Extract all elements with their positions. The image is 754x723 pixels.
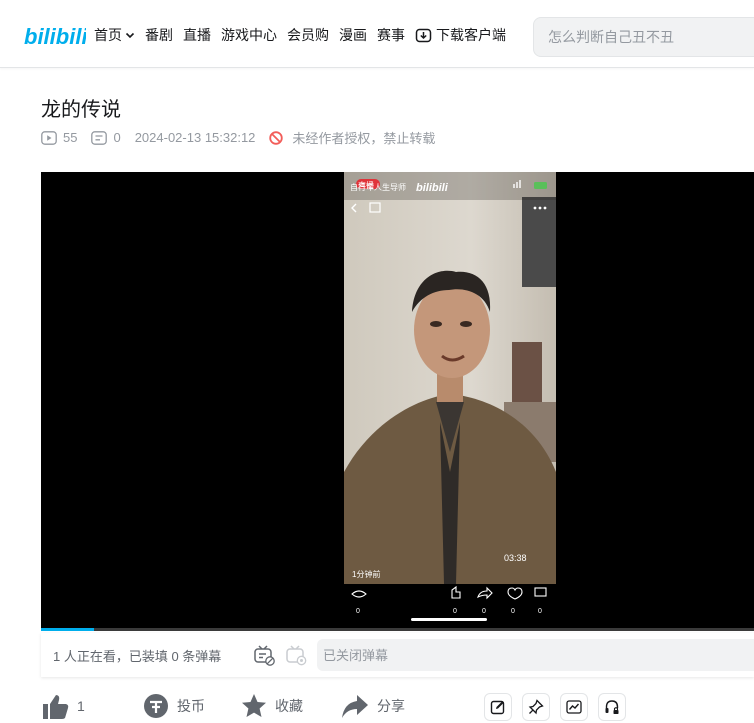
share-button[interactable]: 分享 [341,693,405,719]
nav-mall[interactable]: 会员购 [287,24,329,46]
embedded-stat-like: 0 [453,608,457,615]
share-arrow-icon [342,695,368,718]
thumbs-up-icon [43,695,69,719]
danmaku-input-box [317,639,754,671]
progress-fill [41,628,95,631]
danmaku-count: 0 [91,130,121,145]
main-nav: 首页 番剧 直播 游戏中心 会员购 漫画 赛事 下载客户端 [94,24,516,46]
embedded-action-bar: 0 0 0 0 0 [344,584,556,622]
viewers-text: 1 人正在看，已装填 0 条弹幕 [53,648,222,664]
video-toolbar: 1 投币 收藏 分享 [41,693,754,723]
nav-anime[interactable]: 番剧 [145,24,173,46]
search-box [533,17,754,57]
nav-live[interactable]: 直播 [183,24,211,46]
coin-icon [144,694,168,718]
embedded-stat-share: 0 [482,608,486,615]
pin-button[interactable] [522,693,550,721]
nav-game-center[interactable]: 游戏中心 [221,24,277,46]
nav-download-client[interactable]: 下载客户端 [415,24,506,46]
top-navbar: bilibili 首页 番剧 直播 游戏中心 会员购 漫画 赛事 下载客户端 [0,0,754,68]
embedded-time: 03:38 [504,553,527,563]
video-meta: 55 0 2024-02-13 15:32:12 未经作者授权，禁止转载 [41,128,449,147]
copyright-notice: 未经作者授权，禁止转载 [269,128,435,147]
pin-icon [528,699,544,715]
coin-button[interactable]: 投币 [143,693,205,719]
star-icon [242,694,266,717]
nav-manga[interactable]: 漫画 [339,24,367,46]
trend-chart-icon [566,700,582,714]
bilibili-logo[interactable]: bilibili [24,22,86,50]
nav-esports[interactable]: 赛事 [377,24,405,46]
danmaku-sending-bar: 1 人正在看，已装填 0 条弹幕 [41,633,754,677]
embedded-stat-views: 0 [356,608,360,615]
danmaku-input[interactable] [323,647,623,663]
video-frame[interactable]: 直播 自行车人生导师 bilibili 03:38 1分钟前 [344,172,556,584]
publish-date: 2024-02-13 15:32:12 [134,130,256,145]
embedded-watermark: bilibili [416,182,449,194]
danmaku-settings-icon[interactable] [285,644,307,666]
home-indicator [411,618,487,621]
embedded-posted: 1分钟前 [352,569,380,579]
download-icon [415,28,432,42]
danmaku-icon [91,130,108,145]
video-player[interactable]: 直播 自行车人生导师 bilibili 03:38 1分钟前 0 0 0 0 0 [41,172,754,631]
embedded-stat-comment: 0 [538,608,542,615]
nav-home[interactable]: 首页 [94,24,135,46]
play-count-icon [41,130,57,145]
like-button[interactable]: 1 [41,693,85,719]
favorite-button[interactable]: 收藏 [241,693,303,719]
edit-icon [490,700,505,715]
play-count: 55 [41,130,77,145]
stats-chart-button[interactable] [560,693,588,721]
chevron-down-icon [125,32,135,39]
embedded-stat-fav: 0 [511,608,515,615]
headset-locked-button[interactable] [598,693,626,721]
search-input[interactable] [548,29,748,45]
video-title: 龙的传说 [41,99,121,121]
edit-note-button[interactable] [484,693,512,721]
danmaku-toggle-icon[interactable] [253,644,275,666]
embedded-status-text: 自行车人生导师 [350,182,406,192]
video-image: 直播 自行车人生导师 bilibili 03:38 1分钟前 [344,172,556,584]
progress-bar[interactable] [41,628,754,631]
svg-text:bilibili: bilibili [24,24,86,49]
forbidden-icon [269,130,284,145]
headset-lock-icon [605,700,619,714]
